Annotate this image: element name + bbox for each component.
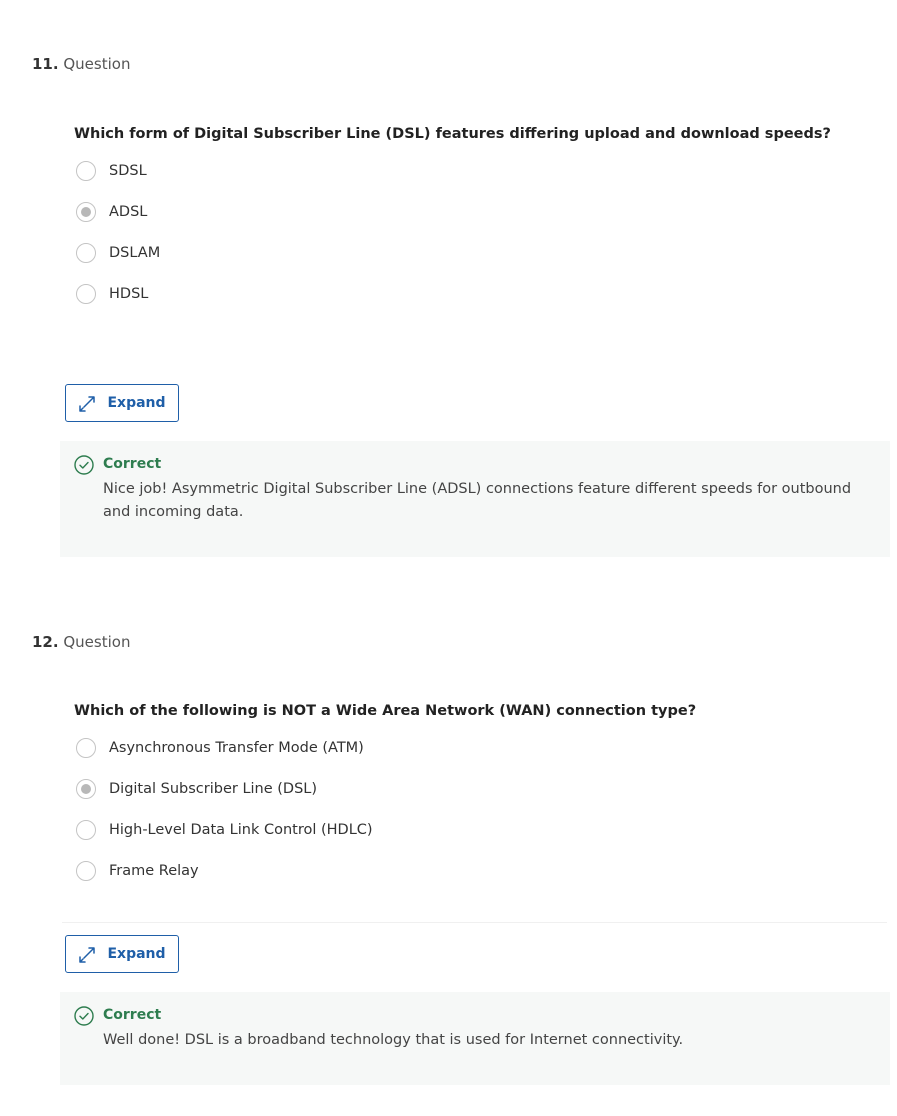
question-number: 11. [32,55,59,73]
option-label: Digital Subscriber Line (DSL) [109,781,318,797]
expand-arrows-icon [79,396,96,412]
radio-button[interactable] [76,284,96,304]
feedback-message: Well done! DSL is a broadband technology… [103,1032,684,1048]
answer-option-dslam[interactable]: DSLAM [76,241,160,265]
option-label: HDSL [109,286,149,302]
feedback-panel: Correct Nice job! Asymmetric Digital Sub… [60,441,890,557]
expand-label: Expand [107,395,166,411]
expand-button[interactable]: Expand [65,935,179,973]
question-11: 11. Question Which form of Digital Subsc… [0,0,897,580]
radio-button[interactable] [76,861,96,881]
feedback-status: Correct [103,456,162,472]
question-text: Which of the following is NOT a Wide Are… [74,703,697,719]
expand-button[interactable]: Expand [65,384,179,422]
expand-arrows-icon [79,947,96,963]
question-text: Which form of Digital Subscriber Line (D… [74,126,831,142]
question-heading: 12. Question [32,633,130,651]
answer-option-dsl[interactable]: Digital Subscriber Line (DSL) [76,777,317,801]
answer-option-hdsl[interactable]: HDSL [76,282,148,306]
expand-label: Expand [107,946,166,962]
radio-button[interactable] [76,820,96,840]
radio-button-selected[interactable] [76,202,96,222]
answer-option-atm[interactable]: Asynchronous Transfer Mode (ATM) [76,736,364,760]
check-circle-icon [74,455,94,475]
option-label: Frame Relay [109,863,199,879]
check-circle-icon [74,1006,94,1026]
question-12: 12. Question Which of the following is N… [0,580,897,1116]
answer-option-sdsl[interactable]: SDSL [76,159,147,183]
radio-button-selected[interactable] [76,779,96,799]
question-label: Question [63,633,131,651]
radio-button[interactable] [76,161,96,181]
feedback-status: Correct [103,1007,162,1023]
option-label: High-Level Data Link Control (HDLC) [109,822,373,838]
option-label: SDSL [109,163,147,179]
answer-option-frame-relay[interactable]: Frame Relay [76,859,199,883]
question-label: Question [63,55,131,73]
section-divider [62,922,887,923]
question-heading: 11. Question [32,55,130,73]
answer-option-hdlc[interactable]: High-Level Data Link Control (HDLC) [76,818,373,842]
option-label: Asynchronous Transfer Mode (ATM) [109,740,364,756]
radio-button[interactable] [76,243,96,263]
answer-option-adsl[interactable]: ADSL [76,200,147,224]
radio-button[interactable] [76,738,96,758]
feedback-panel: Correct Well done! DSL is a broadband te… [60,992,890,1085]
option-label: DSLAM [109,245,161,261]
option-label: ADSL [109,204,148,220]
question-number: 12. [32,633,59,651]
feedback-message: Nice job! Asymmetric Digital Subscriber … [103,481,852,520]
